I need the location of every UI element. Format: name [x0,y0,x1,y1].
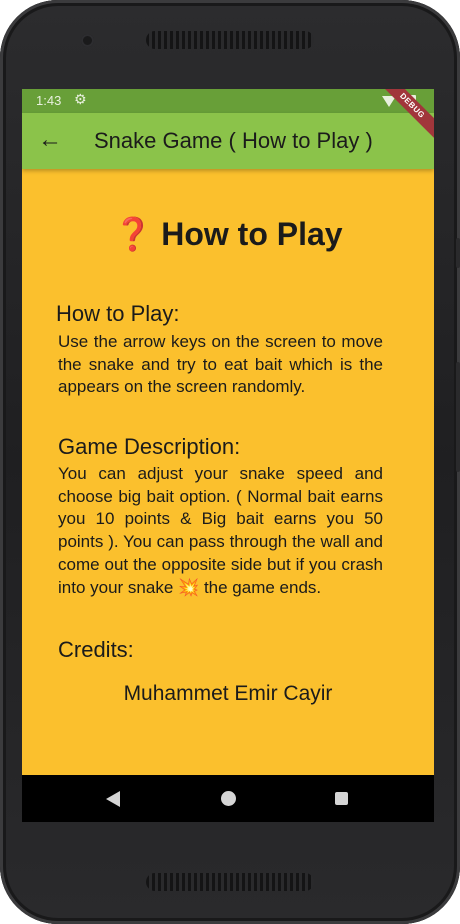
how-to-play-title: How to Play: [56,301,180,326]
top-speaker [146,31,314,49]
volume-button [456,362,460,472]
status-bar: 1:43 ⚙ DEBUG [22,89,434,145]
phone-frame: 1:43 ⚙ DEBUG ← Snake Game ( How to Play … [0,0,460,924]
screen: 1:43 ⚙ DEBUG ← Snake Game ( How to Play … [22,89,434,822]
gear-icon: ⚙ [74,91,87,107]
credits-name: Muhammet Emir Cayir [123,682,333,705]
status-time: 1:43 [36,93,62,108]
game-description-title: Game Description: [58,434,241,459]
game-description-body: You can adjust your snake speed and choo… [58,463,383,599]
bottom-speaker [146,873,314,891]
page-title: Snake Game ( How to Play ) [94,128,373,153]
circle-home-icon[interactable] [221,791,236,806]
how-to-play-heading: ❓ How to Play [22,215,434,253]
question-mark-icon: ❓ [113,216,154,252]
front-camera [81,34,94,47]
navigation-bar [22,775,434,822]
credits-title: Credits: [58,637,134,662]
collision-emoji-icon: 💥 [178,577,200,597]
power-button [456,238,460,268]
square-recents-icon[interactable] [335,792,348,805]
app-bar: ← Snake Game ( How to Play ) [22,113,434,169]
game-description-end: the game ends. [203,577,322,597]
heading-text: How to Play [161,216,343,252]
triangle-back-icon[interactable] [106,791,120,807]
arrow-left-icon[interactable]: ← [38,126,62,154]
how-to-play-body: Use the arrow keys on the screen to move… [58,332,383,397]
